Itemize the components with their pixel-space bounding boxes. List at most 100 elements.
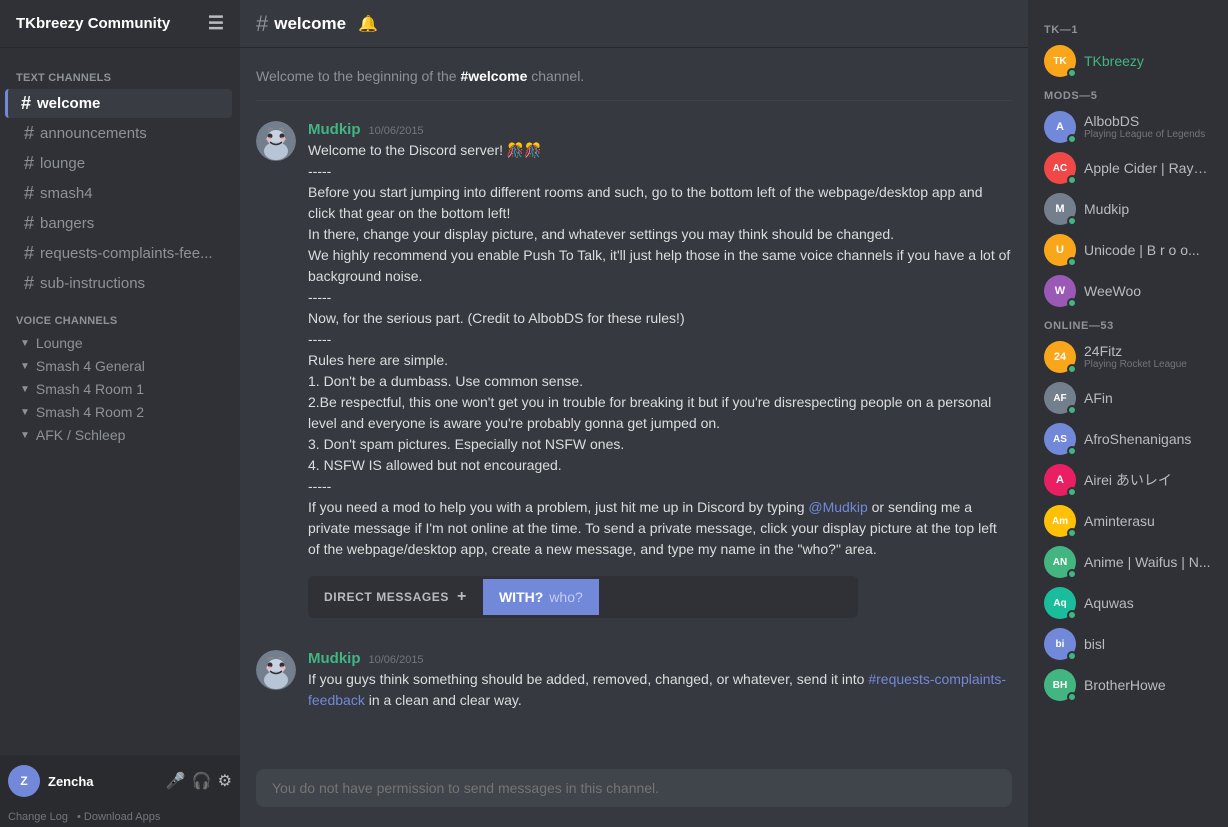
messages-area: Welcome to the beginning of the #welcome… [240,48,1028,769]
member-avatar: M [1044,193,1076,225]
message-text: If you guys think something should be ad… [308,669,1012,711]
microphone-icon[interactable]: 🎤 [166,771,186,791]
member-item[interactable]: A AlbobDS Playing League of Legends [1036,107,1220,147]
member-avatar: AC [1044,152,1076,184]
message-header: Mudkip 10/06/2015 [308,121,1012,138]
member-avatar: TK [1044,45,1076,77]
changelog-bar: Change Log • Download Apps [0,807,240,827]
hash-icon: # [24,273,34,294]
voice-channel-smash4general[interactable]: ▼ Smash 4 General [8,355,232,377]
change-log-link[interactable]: Change Log [8,811,68,823]
member-name: TKbreezy [1084,53,1212,69]
member-item[interactable]: TK TKbreezy [1036,41,1220,81]
voice-channel-afk[interactable]: ▼ AFK / Schleep [8,424,232,446]
member-avatar: AN [1044,546,1076,578]
member-item[interactable]: Am Aminterasu [1036,501,1220,541]
member-item[interactable]: bi bisl [1036,624,1220,664]
member-avatar: AF [1044,382,1076,414]
main-content: # welcome 🔔 Welcome to the beginning of … [240,0,1028,827]
member-info: Anime | Waifus | N... [1084,554,1212,570]
voice-channel-smash4room2[interactable]: ▼ Smash 4 Room 2 [8,401,232,423]
member-avatar: A [1044,111,1076,143]
voice-channel-name-smash4room2: Smash 4 Room 2 [36,404,144,420]
member-avatar: A [1044,464,1076,496]
member-info: Mudkip [1084,201,1212,217]
voice-channel-lounge[interactable]: ▼ Lounge [8,332,232,354]
bell-icon[interactable]: 🔔 [358,14,378,34]
channel-item-requests[interactable]: # requests-complaints-fee... [8,239,232,268]
member-item[interactable]: Aq Aquwas [1036,583,1220,623]
status-dot [1067,692,1077,702]
member-name: Anime | Waifus | N... [1084,554,1212,570]
member-info: WeeWoo [1084,283,1212,299]
member-name: BrotherHowe [1084,677,1212,693]
arrow-icon: ▼ [20,384,30,395]
member-info: Aquwas [1084,595,1212,611]
chat-channel-name: welcome [274,14,346,34]
member-item[interactable]: M Mudkip [1036,189,1220,229]
channel-item-lounge[interactable]: # lounge [8,149,232,178]
member-item[interactable]: BH BrotherHowe [1036,665,1220,705]
channel-start-bold: #welcome [460,68,527,84]
server-header[interactable]: TKbreezy Community ☰ [0,0,240,48]
mention[interactable]: @Mudkip [808,499,867,515]
voice-channel-name-lounge: Lounge [36,335,83,351]
member-info: AlbobDS Playing League of Legends [1084,113,1212,141]
member-name: Aminterasu [1084,513,1212,529]
hash-icon: # [24,213,34,234]
dm-title: DIRECT MESSAGES [324,590,449,604]
chat-input[interactable] [256,769,1012,807]
headphone-icon[interactable]: 🎧 [192,771,212,791]
member-item[interactable]: A Airei あいレイ [1036,460,1220,500]
avatar [256,121,296,161]
hash-icon: # [24,123,34,144]
channel-item-welcome[interactable]: # welcome [5,89,232,118]
member-item[interactable]: AN Anime | Waifus | N... [1036,542,1220,582]
message-group: Mudkip 10/06/2015 If you guys think some… [256,650,1012,711]
text-channels-title: Text Channels [0,56,240,88]
channel-name-lounge: lounge [40,155,85,172]
message-author: Mudkip [308,650,361,667]
member-name: Airei あいレイ [1084,470,1212,490]
member-info: bisl [1084,636,1212,652]
download-apps-link[interactable]: Download Apps [84,811,160,823]
channel-item-smash4[interactable]: # smash4 [8,179,232,208]
settings-icon[interactable]: ⚙ [218,771,232,791]
user-icons: 🎤 🎧 ⚙ [166,771,232,791]
member-name: WeeWoo [1084,283,1212,299]
channel-name-bangers: bangers [40,215,94,232]
member-item[interactable]: AF AFin [1036,378,1220,418]
message-timestamp: 10/06/2015 [369,654,424,666]
member-avatar: Aq [1044,587,1076,619]
message-text: Welcome to the Discord server! 🎊🎊 ----- … [308,140,1012,560]
member-info: Airei あいレイ [1084,470,1212,490]
dm-with-label: WITH? [499,589,543,605]
member-name: Mudkip [1084,201,1212,217]
channel-item-bangers[interactable]: # bangers [8,209,232,238]
channel-item-sub-instructions[interactable]: # sub-instructions [8,269,232,298]
channel-item-announcements[interactable]: # announcements [8,119,232,148]
arrow-icon: ▼ [20,407,30,418]
dm-popup: DIRECT MESSAGES + WITH? who? [308,576,858,618]
member-item[interactable]: AC Apple Cider | RayB... [1036,148,1220,188]
status-dot [1067,569,1077,579]
member-name: bisl [1084,636,1212,652]
status-dot [1067,405,1077,415]
dm-plus-icon[interactable]: + [457,588,467,606]
user-bar: Z Zencha 🎤 🎧 ⚙ [0,755,240,807]
voice-channel-smash4room1[interactable]: ▼ Smash 4 Room 1 [8,378,232,400]
member-item[interactable]: W WeeWoo [1036,271,1220,311]
status-dot [1067,528,1077,538]
channel-link[interactable]: #requests-complaints-feedback [308,671,1006,708]
status-dot [1067,175,1077,185]
channel-start: Welcome to the beginning of the #welcome… [256,68,1012,101]
member-avatar: U [1044,234,1076,266]
message-author: Mudkip [308,121,361,138]
member-item[interactable]: U Unicode | B r o o... [1036,230,1220,270]
hamburger-icon[interactable]: ☰ [208,13,224,34]
member-item[interactable]: AS AfroShenanigans [1036,419,1220,459]
status-dot [1067,298,1077,308]
member-item[interactable]: 24 24Fitz Playing Rocket League [1036,337,1220,377]
message-header: Mudkip 10/06/2015 [308,650,1012,667]
member-name: AFin [1084,390,1212,406]
